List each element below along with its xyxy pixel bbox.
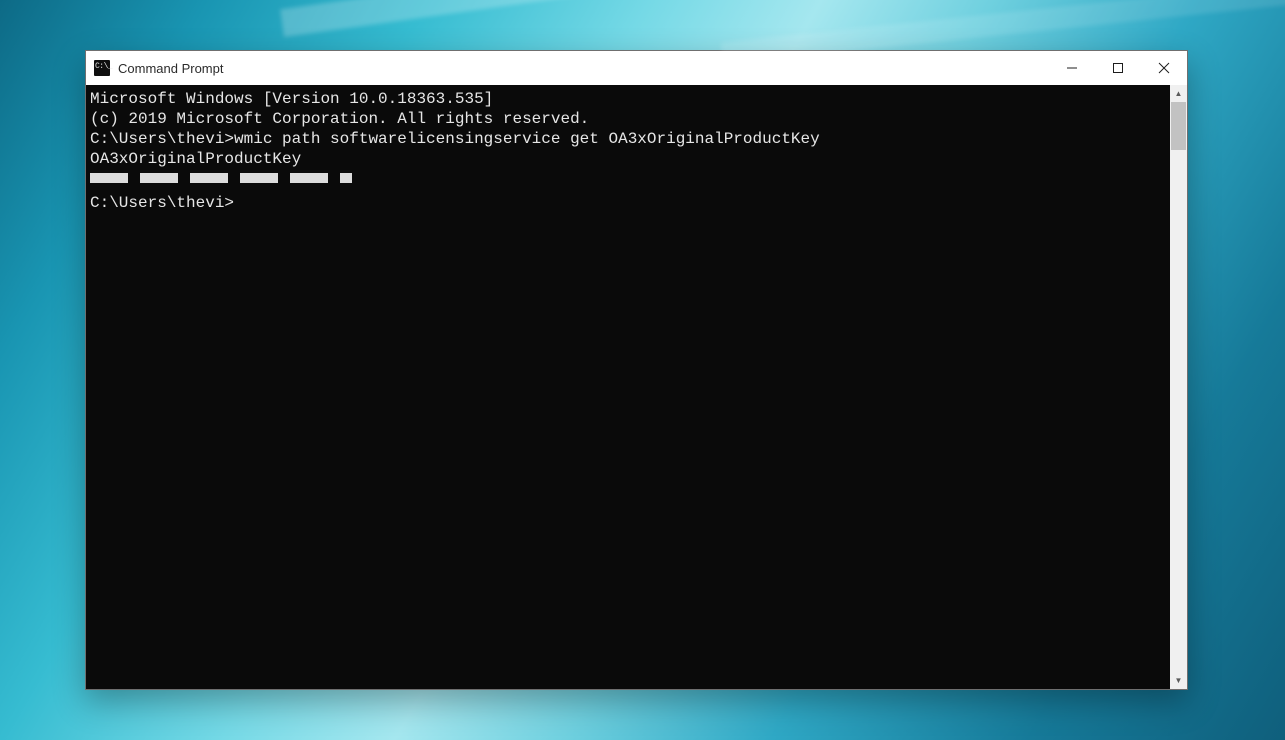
scrollbar-track[interactable] xyxy=(1170,102,1187,672)
titlebar[interactable]: Command Prompt xyxy=(86,51,1187,85)
console-line: Microsoft Windows [Version 10.0.18363.53… xyxy=(90,89,1168,109)
window-controls xyxy=(1049,51,1187,85)
command-prompt-window: Command Prompt Microsoft Windows [Versio… xyxy=(85,50,1188,690)
scroll-down-arrow-icon[interactable]: ▼ xyxy=(1170,672,1187,689)
console-line: C:\Users\thevi>wmic path softwarelicensi… xyxy=(90,129,1168,149)
console-line: (c) 2019 Microsoft Corporation. All righ… xyxy=(90,109,1168,129)
console-output[interactable]: Microsoft Windows [Version 10.0.18363.53… xyxy=(86,85,1170,689)
minimize-button[interactable] xyxy=(1049,51,1095,85)
scroll-up-arrow-icon[interactable]: ▲ xyxy=(1170,85,1187,102)
maximize-button[interactable] xyxy=(1095,51,1141,85)
scrollbar-thumb[interactable] xyxy=(1171,102,1186,150)
redacted-product-key xyxy=(90,173,352,183)
console-line: OA3xOriginalProductKey xyxy=(90,149,1168,169)
window-title: Command Prompt xyxy=(118,61,223,76)
console-prompt[interactable]: C:\Users\thevi> xyxy=(90,193,1168,213)
client-area: Microsoft Windows [Version 10.0.18363.53… xyxy=(86,85,1187,689)
console-line-redacted xyxy=(90,169,1168,193)
cmd-icon xyxy=(94,60,110,76)
close-button[interactable] xyxy=(1141,51,1187,85)
vertical-scrollbar[interactable]: ▲ ▼ xyxy=(1170,85,1187,689)
